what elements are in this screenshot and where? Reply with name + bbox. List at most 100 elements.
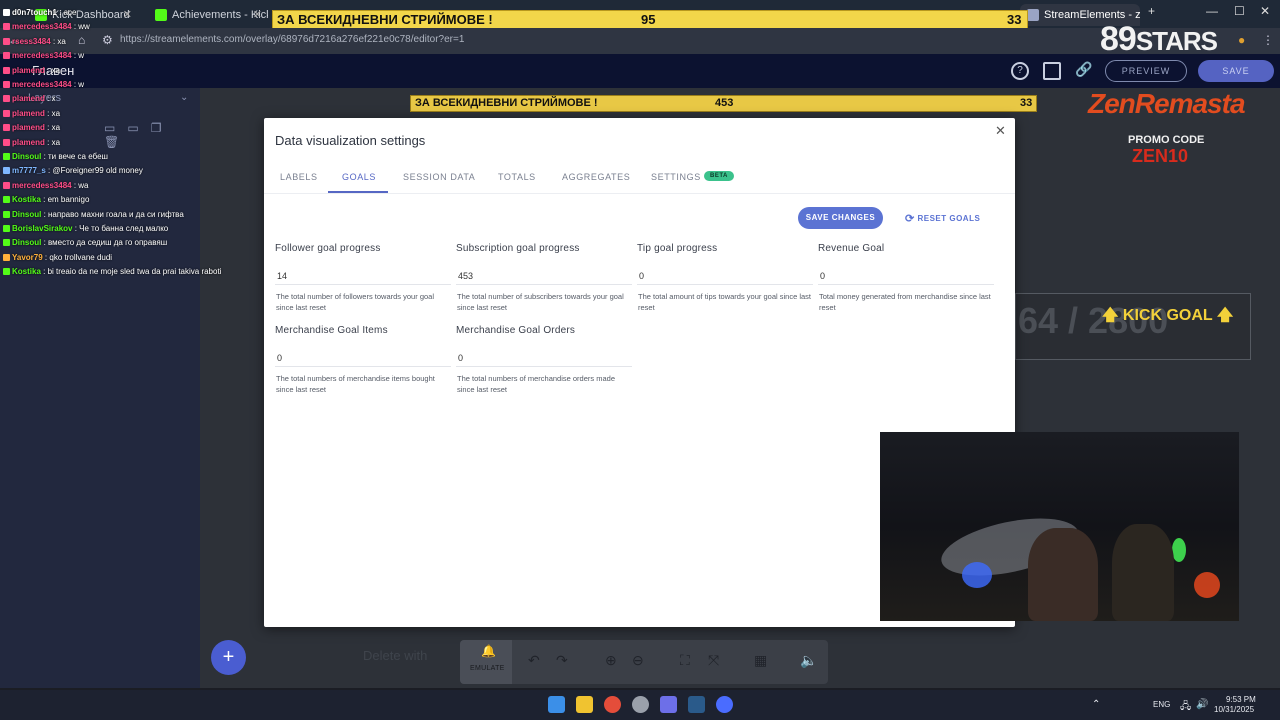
chat-text: xa (51, 108, 61, 118)
chat-username: m7777_s (12, 166, 46, 176)
subscription-goal-input[interactable] (456, 268, 632, 285)
tab-labels[interactable]: LABELS (280, 172, 318, 182)
start-icon[interactable] (548, 696, 565, 713)
browser-tab-achievements[interactable]: Achievements - Kick Da ✕ (148, 4, 268, 26)
app-icon[interactable] (716, 696, 733, 713)
chat-message: plamend : xa (3, 109, 60, 118)
reset-goals-label: RESET GOALS (917, 214, 981, 223)
discord-icon[interactable] (660, 696, 677, 713)
home-icon[interactable]: ⌂ (78, 33, 85, 47)
address-bar: ← ⌂ ⚙ https://streamelements.com/overlay… (0, 28, 1280, 54)
steam-icon[interactable] (688, 696, 705, 713)
chat-username: Kostika (12, 267, 41, 277)
chat-message: Yavor79 : qko trollvane dudi (3, 253, 112, 262)
follower-goal-input[interactable] (275, 268, 451, 285)
extension-icon[interactable]: ● (1238, 33, 1245, 47)
fullscreen-icon[interactable]: ⛶ (680, 652, 690, 669)
volume-icon[interactable]: 🔈 (800, 652, 817, 669)
field-label: Merchandise Goal Orders (456, 325, 576, 336)
folder-icon[interactable]: ▭ (104, 121, 127, 135)
minimize-window-icon[interactable]: — (1206, 4, 1218, 18)
tab-goals[interactable]: GOALS (342, 172, 376, 182)
emulate-button[interactable]: 🔔 EMULATE (460, 640, 512, 684)
file-explorer-icon[interactable] (576, 696, 593, 713)
chat-username: mercedess3484 (12, 80, 72, 89)
brand-stars: STARS (1135, 26, 1218, 56)
field-help: The total amount of tips towards your go… (638, 292, 812, 312)
chat-username: d0n7touch1 (12, 8, 57, 17)
zoom-in-icon[interactable]: ⊕ (605, 652, 617, 669)
new-tab-icon[interactable]: + (1148, 4, 1155, 18)
banner-label: ЗА ВСЕКИДНЕВНИ СТРИЙМОВЕ ! (277, 12, 493, 27)
fit-screen-icon[interactable]: ⤧ (708, 652, 719, 669)
tray-expand-icon[interactable]: ⌃ (1092, 699, 1100, 710)
field-help: The total number of followers towards yo… (276, 292, 434, 312)
close-window-icon[interactable]: ✕ (1260, 4, 1270, 18)
zoom-out-icon[interactable]: ⊖ (632, 652, 644, 669)
tab-settings[interactable]: SETTINGS (651, 172, 701, 182)
active-tab-indicator (328, 191, 388, 193)
undo-icon[interactable]: ↶ (528, 652, 540, 669)
chat-separator: : (40, 195, 48, 205)
chevron-down-icon[interactable]: ⌄ (180, 92, 188, 103)
save-button[interactable]: SAVE (1198, 60, 1274, 82)
chat-message: mercedess3484 : w (3, 51, 84, 60)
save-changes-button[interactable]: SAVE CHANGES (798, 207, 883, 229)
tab-totals[interactable]: TOTALS (498, 172, 536, 182)
chat-text: ти вече са ебеш (48, 152, 108, 161)
chat-separator: : (44, 94, 52, 104)
network-icon[interactable]: 🖧 (1180, 699, 1191, 716)
tip-goal-input[interactable] (637, 268, 813, 285)
url-field[interactable]: https://streamelements.com/overlay/68976… (120, 34, 464, 45)
dialog-title: Data visualization settings (275, 133, 426, 148)
site-settings-icon[interactable]: ⚙ (102, 33, 113, 47)
monitor-icon[interactable] (1043, 62, 1061, 80)
browser-menu-icon[interactable]: ⋮ (1262, 33, 1274, 47)
delete-hint: Delete with (363, 648, 428, 663)
language-indicator[interactable]: ENG (1153, 700, 1170, 709)
user-badge-icon (3, 253, 10, 261)
green-light (1172, 538, 1186, 562)
banner-value: 453 (715, 97, 734, 109)
grid-icon[interactable]: ▦ (754, 652, 767, 669)
tab-session-data[interactable]: SESSION DATA (403, 172, 475, 182)
folder-icon[interactable]: ▭ (127, 121, 150, 135)
merchandise-orders-input[interactable] (456, 350, 632, 367)
chat-separator: : (40, 267, 48, 277)
close-tab-icon[interactable]: ✕ (123, 4, 132, 26)
speaker-icon[interactable]: 🔊 (1196, 699, 1208, 710)
field-label: Tip goal progress (637, 243, 718, 254)
chat-text: x (51, 94, 56, 104)
chat-message: Dinsoul : ти вече са ебеш (3, 152, 108, 161)
link-icon[interactable]: 🔗 (1075, 62, 1093, 80)
clock-date[interactable]: 10/31/2025 (1214, 705, 1254, 714)
chat-text: вместо да седиш да го оправяш (48, 238, 168, 248)
chat-text: xa (57, 36, 66, 46)
close-tab-icon[interactable]: ✕ (253, 4, 262, 26)
merchandise-items-input[interactable] (275, 350, 451, 367)
maximize-window-icon[interactable]: ☐ (1234, 4, 1245, 18)
user-badge-icon (3, 52, 10, 60)
revenue-goal-input[interactable] (818, 268, 994, 285)
user-badge-icon (3, 153, 10, 160)
chat-text: @Foreigner99 old money (52, 166, 143, 176)
chat-text: qko trollvane dudi (49, 252, 113, 262)
field-label: Subscription goal progress (456, 243, 580, 254)
reset-goals-button[interactable]: ⟳ RESET GOALS (905, 212, 980, 225)
user-badge-icon (3, 9, 10, 16)
close-icon[interactable]: ✕ (995, 123, 1006, 139)
canvas-goal-banner[interactable]: ЗА ВСЕКИДНЕВНИ СТРИЙМОВЕ ! 453 33 (410, 95, 1037, 112)
preview-button[interactable]: PREVIEW (1105, 60, 1187, 82)
help-icon[interactable]: ? (1011, 62, 1029, 80)
chrome-icon[interactable] (604, 696, 621, 713)
trash-icon[interactable]: 🗑 (104, 135, 131, 149)
promo-label: PROMO CODE (1128, 134, 1205, 146)
redo-icon[interactable]: ↷ (556, 652, 568, 669)
copy-icon[interactable]: ❐ (151, 121, 174, 135)
clock-time[interactable]: 9:53 PM (1226, 695, 1256, 704)
add-widget-button[interactable]: + (211, 640, 246, 675)
banner-label: ЗА ВСЕКИДНЕВНИ СТРИЙМОВЕ ! (415, 97, 598, 109)
chat-message: BorislavSirakov : Че то банна след малко (3, 224, 168, 233)
obs-icon[interactable] (632, 696, 649, 713)
tab-aggregates[interactable]: AGGREGATES (562, 172, 630, 182)
